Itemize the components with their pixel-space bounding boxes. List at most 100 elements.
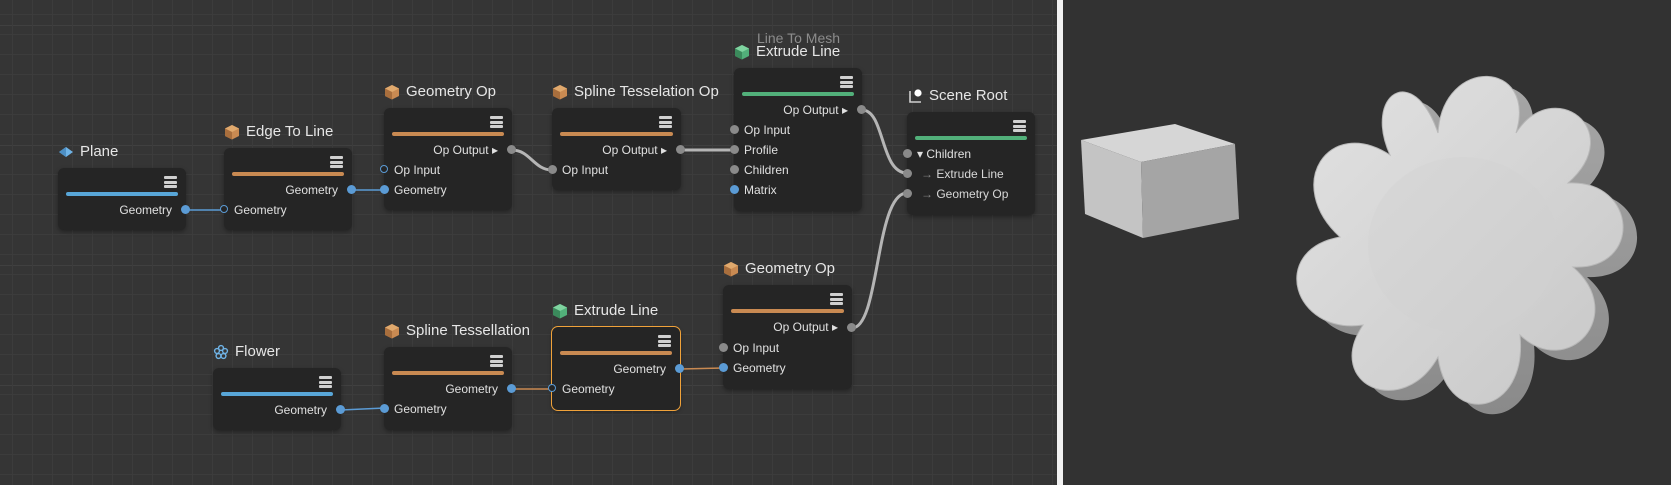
- node-menu-icon[interactable]: [319, 376, 332, 388]
- node-menu-icon[interactable]: [164, 176, 177, 188]
- node-geometry-op[interactable]: Geometry Op Op Output ▸ Op Input Geometr…: [380, 83, 516, 210]
- port-op-input-label: Op Input: [562, 163, 609, 177]
- operator-cube-icon: [385, 323, 399, 338]
- mesh-cube-icon: [553, 303, 567, 318]
- operator-cube-icon: [225, 124, 239, 139]
- node-title-label: Plane: [80, 143, 119, 160]
- port-matrix-label: Matrix: [744, 183, 777, 197]
- geometry-type-bar: [221, 392, 333, 396]
- port-op-input[interactable]: [719, 343, 728, 352]
- node-title-label: Spline Tesselation Op: [574, 83, 719, 100]
- port-children-label: Children: [744, 163, 789, 177]
- port-op-output[interactable]: [507, 145, 516, 154]
- node-title: Spline Tessellation: [384, 322, 530, 339]
- port-op-output[interactable]: [857, 105, 866, 114]
- node-title-label: Scene Root: [929, 87, 1008, 104]
- node-spline-tesselation-op[interactable]: Spline Tesselation Op Op Output ▸ Op Inp…: [548, 83, 719, 190]
- port-geometry-out-label: Geometry: [445, 382, 498, 396]
- port-op-input[interactable]: [730, 125, 739, 134]
- node-geometry-op-2[interactable]: Geometry Op Op Output ▸ Op Input Geometr…: [719, 260, 856, 389]
- wire-flower-to-spline-tess: [340, 407, 385, 411]
- operator-type-bar: [560, 351, 672, 355]
- node-title-label: Extrude Line: [574, 302, 659, 319]
- node-title: Scene Root: [907, 87, 1007, 104]
- wire-geometry-op-2-to-scene-root: [851, 191, 908, 330]
- node-title-label: Flower: [235, 343, 281, 360]
- node-graph-editor[interactable]: Plane Geometry Edge To Line Geometry Geo…: [0, 0, 1057, 485]
- port-geometry-out[interactable]: [347, 185, 356, 194]
- port-geometry-out[interactable]: [507, 384, 516, 393]
- node-extrude-line[interactable]: Extrude Line Op Output ▸ Op Input Profil…: [730, 43, 866, 211]
- 3d-viewport[interactable]: [1063, 0, 1671, 485]
- mesh-type-bar: [915, 136, 1027, 140]
- node-title-label: Extrude Line: [756, 43, 841, 60]
- node-title: Plane: [58, 143, 118, 160]
- operator-cube-icon: [553, 84, 567, 99]
- port-geometry-in[interactable]: [548, 384, 556, 392]
- node-title: Edge To Line: [224, 123, 333, 140]
- mesh-cube-icon: [735, 44, 749, 59]
- node-title-label: Geometry Op: [406, 83, 497, 100]
- port-op-output[interactable]: [847, 323, 856, 332]
- node-menu-icon[interactable]: [330, 156, 343, 168]
- node-menu-icon[interactable]: [659, 116, 672, 128]
- node-title: Geometry Op: [384, 83, 496, 100]
- node-plane[interactable]: Plane Geometry: [58, 143, 190, 230]
- operator-type-bar: [560, 132, 673, 136]
- flower-extrusion-mesh[interactable]: [1296, 75, 1638, 415]
- port-geometry-in[interactable]: [220, 205, 228, 213]
- operator-type-bar: [232, 172, 344, 176]
- mesh-type-bar: [742, 92, 854, 96]
- port-geometry-out-label: Geometry: [274, 403, 327, 417]
- port-geometry-out[interactable]: [181, 205, 190, 214]
- wire-extrude-line-to-scene-root: [861, 108, 908, 175]
- operator-type-bar: [731, 309, 844, 313]
- port-extrude-line[interactable]: [903, 169, 912, 178]
- node-menu-icon[interactable]: [490, 116, 503, 128]
- node-edge-to-line[interactable]: Edge To Line Geometry Geometry: [220, 123, 356, 230]
- port-op-input-label: Op Input: [733, 341, 780, 355]
- port-geometry-op[interactable]: [903, 189, 912, 198]
- port-extrude-line-label: → Extrude Line: [921, 167, 1004, 181]
- node-menu-icon[interactable]: [1013, 120, 1026, 132]
- port-geometry-in[interactable]: [719, 363, 728, 372]
- port-geometry-in-label: Geometry: [234, 203, 287, 217]
- port-geometry-op-label: → Geometry Op: [921, 187, 1009, 201]
- node-scene-root[interactable]: Scene Root ▾ Children → Extrude Line → G…: [903, 87, 1035, 215]
- plane-icon: [59, 146, 73, 157]
- node-menu-icon[interactable]: [840, 76, 853, 88]
- port-op-input[interactable]: [548, 165, 557, 174]
- node-extrude-line-selected[interactable]: Extrude Line Geometry Geometry: [548, 302, 684, 411]
- port-op-output-label: Op Output ▸: [602, 143, 667, 157]
- scene-root-icon: [909, 88, 922, 103]
- port-children[interactable]: [730, 165, 739, 174]
- port-geometry-in[interactable]: [380, 185, 389, 194]
- port-profile[interactable]: [730, 145, 739, 154]
- node-flower[interactable]: Flower Geometry: [213, 343, 345, 430]
- port-geometry-in[interactable]: [380, 404, 389, 413]
- node-title: Flower: [213, 343, 280, 360]
- port-geometry-out[interactable]: [336, 405, 345, 414]
- port-op-output-label: Op Output ▸: [783, 103, 848, 117]
- node-title: Spline Tesselation Op: [552, 83, 719, 100]
- wire-geometry-op-to-spline-tess-op: [511, 148, 553, 172]
- operator-cube-icon: [724, 261, 738, 276]
- port-matrix[interactable]: [730, 185, 739, 194]
- port-geometry-out[interactable]: [675, 364, 684, 373]
- port-op-input-label: Op Input: [744, 123, 791, 137]
- node-menu-icon[interactable]: [490, 355, 503, 367]
- port-children[interactable]: [903, 149, 912, 158]
- node-menu-icon[interactable]: [830, 293, 843, 305]
- node-spline-tessellation[interactable]: Spline Tessellation Geometry Geometry: [380, 322, 530, 430]
- viewport-render: [1081, 75, 1638, 415]
- operator-type-bar: [392, 132, 504, 136]
- port-children-label: ▾ Children: [917, 147, 972, 161]
- port-geometry-in-label: Geometry: [394, 402, 447, 416]
- port-op-input[interactable]: [380, 165, 388, 173]
- port-geometry-in-label: Geometry: [733, 361, 786, 375]
- node-title: Extrude Line: [552, 302, 658, 319]
- node-menu-icon[interactable]: [658, 335, 671, 347]
- box-mesh[interactable]: [1081, 124, 1239, 238]
- flower-icon: [213, 344, 229, 359]
- port-op-output[interactable]: [676, 145, 685, 154]
